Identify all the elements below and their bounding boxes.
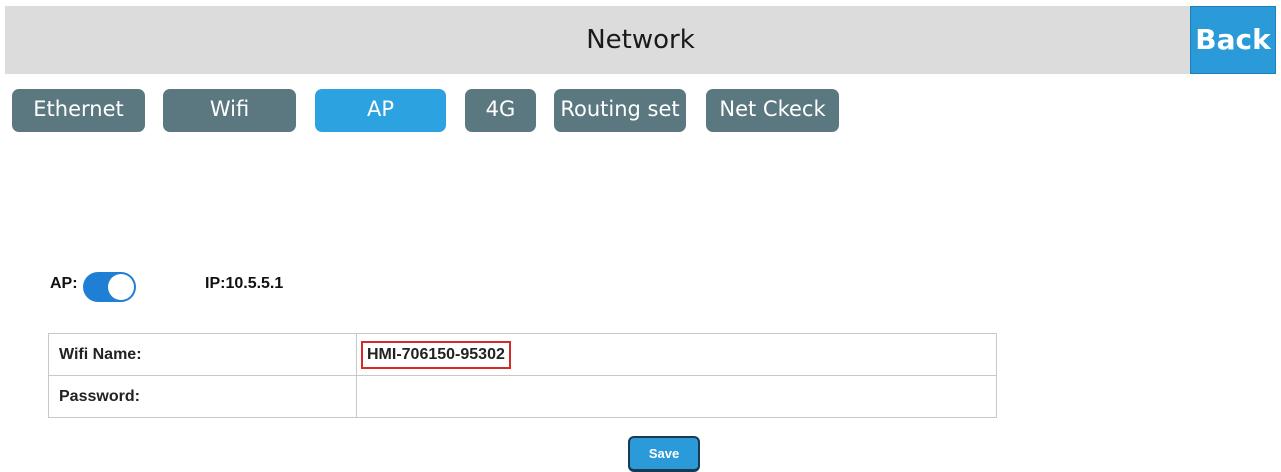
tab-wifi[interactable]: Wifi	[163, 89, 296, 132]
back-button[interactable]: Back	[1190, 6, 1276, 74]
ap-settings-table: Wifi Name: HMI-706150-95302 Password:	[48, 333, 997, 418]
network-page: Network Back Ethernet Wifi AP 4G Routing…	[0, 0, 1281, 472]
header-bar: Network	[5, 6, 1276, 74]
toggle-knob	[108, 274, 134, 300]
tab-net-check[interactable]: Net Ckeck	[706, 89, 839, 132]
password-field[interactable]	[356, 375, 997, 418]
ip-address: IP:10.5.5.1	[205, 275, 284, 292]
ap-label: AP:	[50, 275, 78, 292]
save-button[interactable]: Save	[628, 436, 700, 472]
table-row: Password:	[48, 375, 997, 418]
wifi-name-field[interactable]: HMI-706150-95302	[356, 333, 997, 376]
tab-ap[interactable]: AP	[315, 89, 446, 132]
tab-routing-set[interactable]: Routing set	[554, 89, 686, 132]
password-label: Password:	[48, 375, 357, 418]
ap-toggle[interactable]	[83, 272, 136, 302]
tab-4g[interactable]: 4G	[465, 89, 536, 132]
page-title: Network	[586, 25, 695, 55]
wifi-name-label: Wifi Name:	[48, 333, 357, 376]
wifi-name-value[interactable]: HMI-706150-95302	[361, 340, 511, 369]
tab-ethernet[interactable]: Ethernet	[12, 89, 145, 132]
table-row: Wifi Name: HMI-706150-95302	[48, 333, 997, 376]
